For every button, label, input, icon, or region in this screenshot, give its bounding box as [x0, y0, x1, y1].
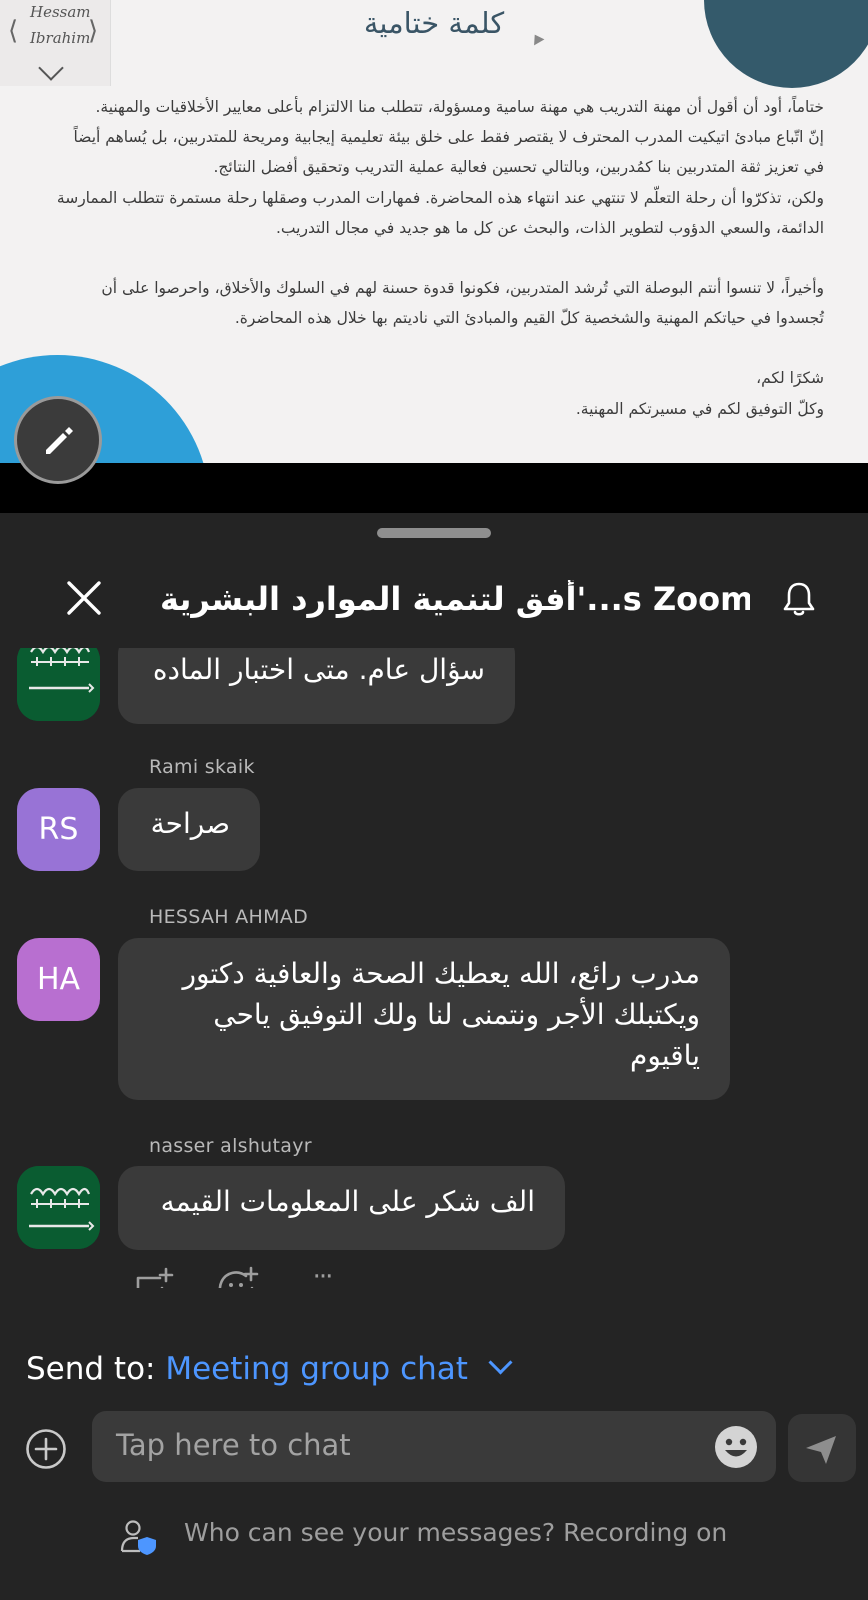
- chat-input-placeholder: Tap here to chat: [116, 1428, 351, 1462]
- more-options-icon[interactable]: ···: [300, 1262, 344, 1288]
- presentation-slide: ⟨ Hessam Ibrahim ⟩ كلمة ختامية ختاماً، أ…: [0, 0, 868, 463]
- pencil-icon: [46, 427, 73, 454]
- chat-input[interactable]: Tap here to chat: [92, 1411, 776, 1482]
- add-reply-icon[interactable]: [132, 1266, 176, 1288]
- emoji-icon[interactable]: [714, 1425, 758, 1469]
- avatar[interactable]: [17, 648, 100, 721]
- slide-paragraph: وأخيراً، لا تنسوا أنتم البوصلة التي تُرش…: [101, 279, 824, 328]
- message-bubble[interactable]: سؤال عام. متى اختبار الماده: [118, 648, 515, 724]
- chat-title: أفق لتنمية الموارد البشرية'...s Zoom Me: [160, 580, 750, 618]
- add-reaction-icon[interactable]: [216, 1266, 260, 1288]
- user-shield-icon: [120, 1520, 156, 1555]
- sender-name: nasser alshutayr: [149, 1135, 312, 1157]
- send-arrow-icon: [806, 1436, 836, 1464]
- slide-title: كلمة ختامية: [363, 6, 505, 40]
- message-bubble[interactable]: مدرب رائع، الله يعطيك الصحة والعافية دكت…: [118, 938, 730, 1100]
- send-to-selector[interactable]: Send to: Meeting group chat: [26, 1350, 513, 1387]
- bell-icon[interactable]: [780, 580, 818, 618]
- sender-name: Rami skaik: [149, 756, 255, 778]
- slide-paragraph: ختاماً، أود أن أقول أن مهنة التدريب هي م…: [95, 98, 824, 116]
- slide-paragraph: إنّ اتّباع مبادئ اتيكيت المدرب المحترف ل…: [73, 128, 824, 177]
- close-icon[interactable]: [66, 580, 102, 616]
- message-list[interactable]: سؤال عام. متى اختبار الماده Rami skaik R…: [0, 648, 868, 1288]
- add-attachment-icon[interactable]: [25, 1428, 67, 1470]
- send-to-target[interactable]: Meeting group chat: [165, 1351, 468, 1387]
- annotate-button[interactable]: [14, 396, 102, 484]
- slide-paragraph: وكلّ التوفيق لكم في مسيرتكم المهنية.: [575, 399, 824, 418]
- avatar[interactable]: [17, 1166, 100, 1249]
- saudi-flag-icon: [17, 648, 100, 721]
- message-bubble[interactable]: الف شكر على المعلومات القيمه: [118, 1166, 565, 1250]
- avatar[interactable]: RS: [17, 788, 100, 871]
- slide-paragraph: شكرًا لكم،: [756, 369, 824, 388]
- saudi-flag-icon: [17, 1166, 100, 1249]
- message-bubble[interactable]: صراحة: [118, 788, 260, 871]
- send-button[interactable]: [788, 1414, 856, 1482]
- slide-paragraph: ولكن، تذكرّوا أن رحلة التعلّم لا تنتهي ع…: [56, 188, 824, 237]
- chevron-down-icon[interactable]: [488, 1350, 513, 1375]
- meeting-chat-panel: أفق لتنمية الموارد البشرية'...s Zoom Me …: [0, 513, 868, 1600]
- avatar[interactable]: HA: [17, 938, 100, 1021]
- privacy-notice-text: Who can see your messages? Recording on: [184, 1518, 728, 1547]
- slide-body-text: ختاماً، أود أن أقول أن مهنة التدريب هي م…: [50, 92, 824, 424]
- send-to-label: Send to:: [26, 1351, 156, 1387]
- sender-name: HESSAH AHMAD: [149, 906, 308, 928]
- message-actions: ···: [132, 1262, 352, 1288]
- logo-chevron-icon: [38, 55, 64, 81]
- drag-handle[interactable]: [377, 528, 491, 538]
